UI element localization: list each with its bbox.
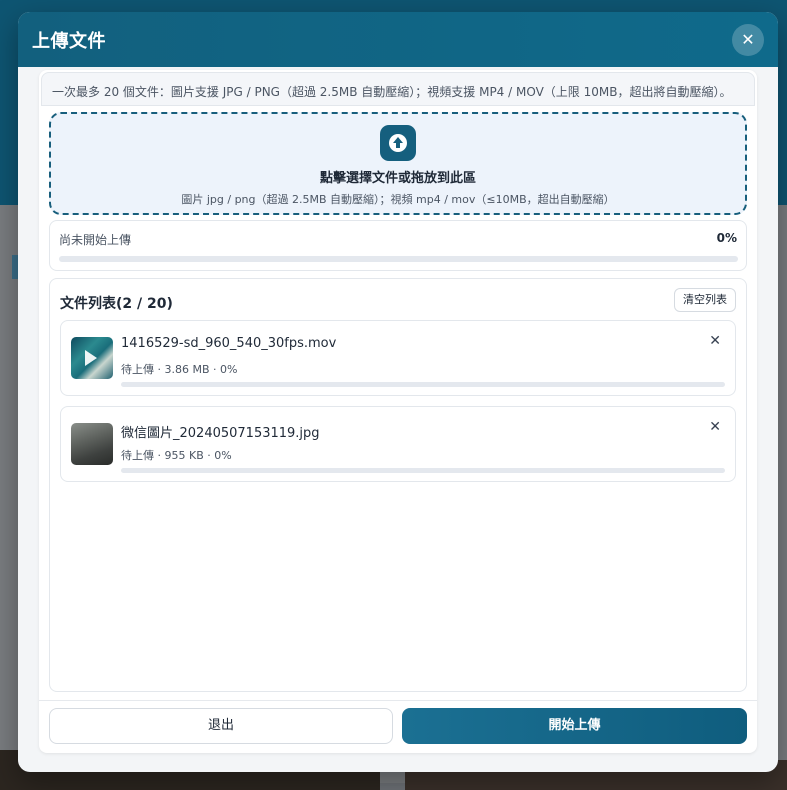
modal-title: 上傳文件 bbox=[32, 30, 106, 52]
upload-modal: 上傳文件 ✕ 一次最多 20 個文件：圖片支援 JPG / PNG（超過 2.5… bbox=[18, 12, 778, 772]
dropzone-title: 點擊選擇文件或拖放到此區 bbox=[319, 171, 476, 186]
file-list-title: 文件列表(2 / 20) bbox=[60, 296, 173, 312]
remove-file-button[interactable]: ✕ bbox=[709, 419, 721, 435]
file-progress-bar bbox=[121, 468, 725, 473]
close-button[interactable]: ✕ bbox=[732, 23, 764, 56]
file-list-item: 1416529-sd_960_540_30fps.mov 待上傳 · 3.86 … bbox=[60, 320, 736, 396]
play-icon bbox=[85, 350, 97, 366]
file-list-panel: 文件列表(2 / 20) 清空列表 1416529-sd_960_540_30f… bbox=[49, 278, 747, 692]
video-thumbnail bbox=[71, 337, 113, 379]
close-icon: ✕ bbox=[741, 30, 755, 49]
dropzone-subtitle: 圖片 jpg / png（超過 2.5MB 自動壓縮）；視頻 mp4 / mov… bbox=[181, 193, 615, 206]
clear-list-button[interactable]: 清空列表 bbox=[674, 288, 736, 312]
close-icon: ✕ bbox=[709, 419, 721, 435]
overall-progress-bar bbox=[59, 256, 738, 262]
upload-arrow-icon bbox=[380, 125, 416, 161]
modal-header: 上傳文件 ✕ bbox=[18, 12, 778, 67]
overall-progress-percent: 0% bbox=[716, 231, 737, 245]
file-meta: 待上傳 · 3.86 MB · 0% bbox=[121, 363, 238, 376]
overall-progress-panel: 尚未開始上傳 0% bbox=[49, 220, 747, 271]
modal-body: 一次最多 20 個文件：圖片支援 JPG / PNG（超過 2.5MB 自動壓縮… bbox=[39, 70, 757, 753]
file-name: 1416529-sd_960_540_30fps.mov bbox=[121, 336, 337, 351]
file-meta: 待上傳 · 955 KB · 0% bbox=[121, 449, 232, 462]
upload-limits-notice: 一次最多 20 個文件：圖片支援 JPG / PNG（超過 2.5MB 自動壓縮… bbox=[41, 72, 755, 106]
start-upload-button[interactable]: 開始上傳 bbox=[402, 708, 747, 744]
file-progress-bar bbox=[121, 382, 725, 387]
file-name: 微信圖片_20240507153119.jpg bbox=[121, 426, 320, 441]
close-icon: ✕ bbox=[709, 333, 721, 349]
overall-progress-status: 尚未開始上傳 bbox=[59, 233, 132, 247]
footer-divider bbox=[39, 700, 757, 701]
file-list-item: 微信圖片_20240507153119.jpg 待上傳 · 955 KB · 0… bbox=[60, 406, 736, 482]
exit-button[interactable]: 退出 bbox=[49, 708, 393, 744]
remove-file-button[interactable]: ✕ bbox=[709, 333, 721, 349]
file-dropzone[interactable]: 點擊選擇文件或拖放到此區 圖片 jpg / png（超過 2.5MB 自動壓縮）… bbox=[49, 112, 747, 215]
image-thumbnail bbox=[71, 423, 113, 465]
